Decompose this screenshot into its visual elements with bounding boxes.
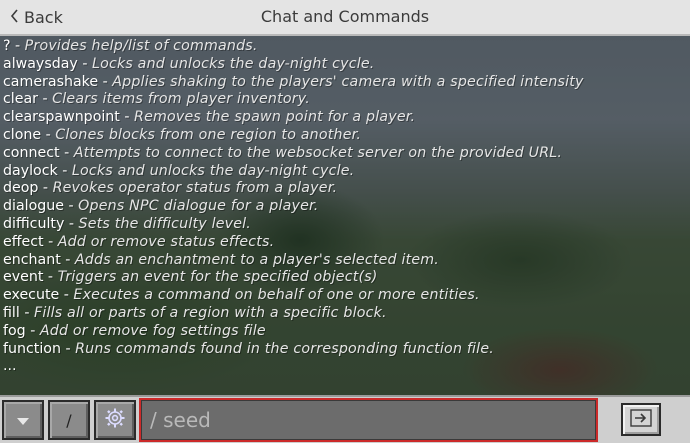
chat-input-frame [139,398,598,442]
command-name: function [3,340,61,357]
chat-line: clear - Clears items from player invento… [3,91,690,109]
chat-line: effect - Add or remove status effects. [3,234,690,252]
command-description: Sets the difficulty level. [78,215,252,232]
command-name: dialogue [3,198,64,215]
command-description: Opens NPC dialogue for a player. [78,198,319,215]
command-description: Adds an enchantment to a player's select… [74,251,440,268]
chat-line: enchant - Adds an enchantment to a playe… [3,252,690,270]
slash-button[interactable]: / [48,400,90,440]
dropdown-button[interactable] [2,400,44,440]
chat-line: execute - Executes a command on behalf o… [3,287,690,305]
command-description: Runs commands found in the corresponding… [75,340,494,357]
command-name: event [3,269,44,286]
chat-log[interactable]: ? - Provides help/list of commands. alway… [0,38,690,394]
command-separator: - [19,304,34,321]
command-name: clone [3,126,42,143]
page-title: Chat and Commands [260,7,430,26]
command-separator: - [57,162,72,179]
command-description: Revokes operator status from a player. [52,180,338,197]
chat-line: event - Triggers an event for the specif… [3,269,690,287]
command-name: connect [3,144,60,161]
command-description: Add or remove status effects. [57,233,275,250]
more-ellipsis: ... [3,358,17,375]
command-separator: - [43,269,58,286]
chat-line: deop - Revokes operator status from a pl… [3,180,690,198]
command-description: Clears items from player inventory. [52,91,310,108]
command-name: fill [3,304,20,321]
command-name: alwaysday [3,55,78,72]
command-separator: - [59,144,74,161]
gear-icon [104,407,126,433]
command-description: Removes the spawn point for a player. [134,109,416,126]
command-name: clearspawnpoint [3,109,120,126]
command-name: camerashake [3,73,99,90]
chat-line: fog - Add or remove fog settings file [3,323,690,341]
command-separator: - [43,233,58,250]
send-button[interactable] [621,403,661,436]
command-separator: - [77,55,92,72]
command-description: Locks and unlocks the day-night cycle. [71,162,355,179]
command-description: Fills all or parts of a region with a sp… [33,304,387,321]
command-name: fog [3,322,26,339]
command-separator: - [10,38,25,54]
chat-line: clone - Clones blocks from one region to… [3,127,690,145]
chat-line: dialogue - Opens NPC dialogue for a play… [3,198,690,216]
command-name: execute [3,287,60,304]
command-description: Attempts to connect to the websocket ser… [73,144,563,161]
command-description: Add or remove fog settings file [39,322,266,339]
command-separator: - [25,322,40,339]
command-name: clear [3,91,38,108]
command-separator: - [64,215,79,232]
chat-input[interactable] [141,400,596,440]
settings-button[interactable] [94,400,136,440]
command-description: Clones blocks from one region to another… [55,126,362,143]
chat-line: difficulty - Sets the difficulty level. [3,216,690,234]
command-name: ? [3,38,11,54]
chat-line: function - Runs commands found in the co… [3,341,690,359]
command-description: Locks and unlocks the day-night cycle. [91,55,375,72]
command-separator: - [38,180,53,197]
chat-screen: Back Chat and Commands ? - Provides help… [0,0,690,443]
command-name: effect [3,233,44,250]
send-arrow-icon [630,408,652,431]
command-separator: - [60,251,75,268]
command-description: Provides help/list of commands. [24,38,258,54]
command-description: Executes a command on behalf of one or m… [73,287,480,304]
command-name: deop [3,180,39,197]
chevron-down-icon [16,411,30,430]
chat-line: clearspawnpoint - Removes the spawn poin… [3,109,690,127]
command-name: enchant [3,251,61,268]
chat-line: ? - Provides help/list of commands. [3,38,690,56]
command-separator: - [119,109,135,126]
command-separator: - [60,340,76,357]
command-separator: - [59,287,74,304]
chat-line: alwaysday - Locks and unlocks the day-ni… [3,56,690,74]
command-description: Applies shaking to the players' camera w… [112,73,584,90]
chat-line: fill - Fills all or parts of a region wi… [3,305,690,323]
slash-label: / [66,410,72,430]
command-separator: - [41,126,56,143]
command-separator: - [98,73,113,90]
command-separator: - [38,91,53,108]
command-name: daylock [3,162,58,179]
chat-line: connect - Attempts to connect to the web… [3,145,690,163]
command-description: Triggers an event for the specified obje… [57,269,378,286]
chat-line: camerashake - Applies shaking to the pla… [3,74,690,92]
chat-input-bar: / [0,395,690,443]
title-bar: Back Chat and Commands [0,0,690,36]
chat-line: daylock - Locks and unlocks the day-nigh… [3,163,690,181]
command-separator: - [64,198,79,215]
command-name: difficulty [3,215,65,232]
